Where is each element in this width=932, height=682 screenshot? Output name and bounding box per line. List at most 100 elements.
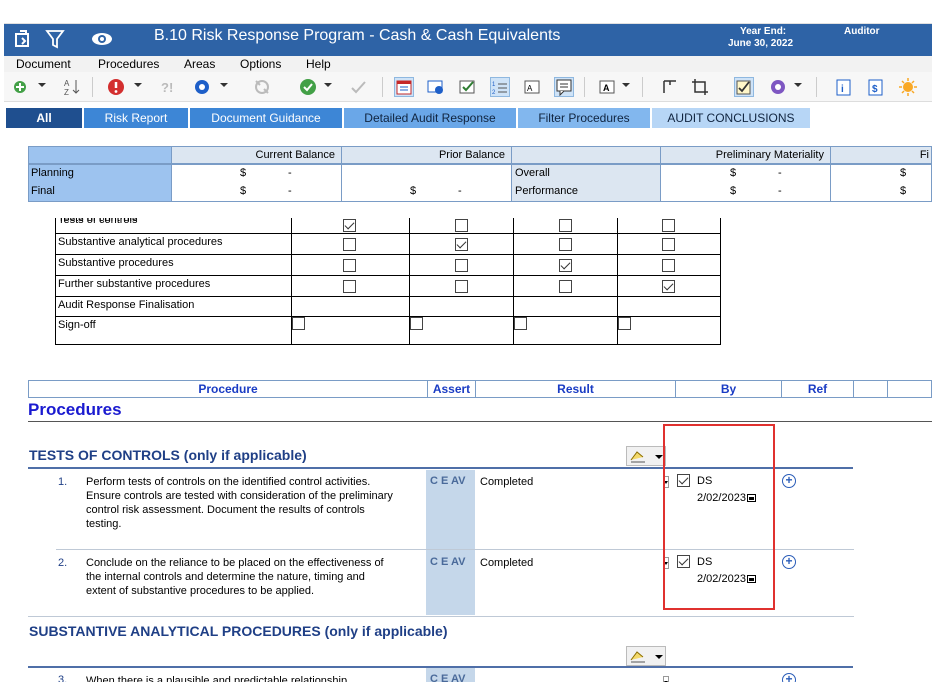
svg-text:A: A (603, 83, 610, 93)
calendar-icon[interactable] (394, 77, 414, 97)
tab-audit-conclusions[interactable]: AUDIT CONCLUSIONS (652, 108, 810, 128)
procedure-text[interactable]: Perform tests of controls on the identif… (86, 475, 396, 531)
matrix-checkbox[interactable] (559, 259, 572, 272)
matrix-checkbox[interactable] (343, 219, 356, 232)
chevron-down-icon[interactable] (794, 83, 802, 87)
matrix-checkbox[interactable] (343, 259, 356, 272)
chevron-down-icon[interactable] (134, 83, 142, 87)
signoff-view-icon[interactable] (734, 77, 754, 97)
signoff-checkbox[interactable] (292, 317, 305, 330)
by-column-header[interactable]: By (675, 380, 782, 398)
matrix-checkbox[interactable] (343, 280, 356, 293)
matrix-checkbox[interactable] (559, 238, 572, 251)
result-value[interactable]: Completed (480, 557, 533, 569)
procedure-text[interactable]: When there is a plausible and predictabl… (86, 674, 396, 682)
menu-procedures[interactable]: Procedures (98, 57, 159, 71)
signoff-checkbox[interactable] (618, 317, 631, 330)
matrix-checkbox[interactable] (559, 219, 572, 232)
sun-icon[interactable] (898, 77, 918, 97)
matrix-checkbox[interactable] (559, 280, 572, 293)
check-status-icon[interactable] (298, 77, 318, 97)
svg-text:A: A (527, 84, 533, 93)
procedure-text[interactable]: Conclude on the reliance to be placed on… (86, 556, 396, 598)
chevron-down-icon[interactable] (324, 83, 332, 87)
column-width-icon[interactable] (660, 77, 680, 97)
sort-icon[interactable]: AZ (62, 77, 82, 97)
chevron-down-icon[interactable] (622, 83, 630, 87)
ref-column-header[interactable]: Ref (781, 380, 854, 398)
info-icon[interactable]: i (834, 77, 854, 97)
matrix-checkbox[interactable] (455, 219, 468, 232)
menu-areas[interactable]: Areas (184, 57, 215, 71)
crop-icon[interactable] (690, 77, 710, 97)
preview-icon[interactable] (426, 77, 446, 97)
matrix-border (513, 218, 514, 234)
tab-document-guidance[interactable]: Document Guidance (190, 108, 342, 128)
tab-all[interactable]: All (6, 108, 82, 128)
matrix-border (55, 275, 721, 276)
view-eye-icon[interactable] (90, 28, 112, 50)
matrix-checkbox[interactable] (662, 259, 675, 272)
text-box-icon[interactable]: A (522, 77, 542, 97)
matrix-checkbox[interactable] (455, 280, 468, 293)
current-final-value: - (288, 185, 292, 197)
add-reference-icon[interactable]: + (782, 474, 796, 488)
chevron-down-icon[interactable] (38, 83, 46, 87)
add-reference-icon[interactable]: + (782, 673, 796, 682)
menu-help[interactable]: Help (306, 57, 331, 71)
toolbar-separator (642, 77, 643, 97)
svg-text:i: i (841, 84, 844, 95)
result-value[interactable]: Completed (480, 476, 533, 488)
result-column-header[interactable]: Result (475, 380, 676, 398)
status-blue-icon[interactable] (192, 77, 212, 97)
overall-dollar: $ (730, 167, 737, 179)
svg-text:A: A (64, 79, 70, 88)
section-signoff-button[interactable] (626, 446, 666, 466)
assertion-codes[interactable]: C E AV (430, 673, 465, 682)
collapse-icon[interactable] (252, 77, 272, 97)
matrix-checkbox[interactable] (662, 280, 675, 293)
matrix-checkbox[interactable] (662, 238, 675, 251)
final-label: Final (31, 185, 55, 197)
matrix-row-label: Further substantive procedures (58, 278, 211, 290)
overall-label: Overall (515, 167, 550, 179)
procedure-column-header[interactable]: Procedure (28, 380, 428, 398)
filter-icon[interactable] (44, 28, 66, 50)
result-dropdown-arrow[interactable] (663, 676, 669, 682)
signoff-check-icon[interactable] (348, 77, 368, 97)
add-reference-icon[interactable]: + (782, 555, 796, 569)
matrix-border (617, 218, 618, 234)
prior-balance-cells (341, 164, 512, 202)
matrix-checkbox[interactable] (455, 259, 468, 272)
section-title: SUBSTANTIVE ANALYTICAL PROCEDURES (only … (29, 623, 448, 639)
menu-document[interactable]: Document (16, 57, 71, 71)
currency-icon[interactable]: $ (866, 77, 886, 97)
issues-icon[interactable]: ?! (158, 77, 178, 97)
settings-gear-icon[interactable] (768, 77, 788, 97)
signoff-checkbox[interactable] (410, 317, 423, 330)
svg-text:1: 1 (492, 82, 496, 88)
tab-detailed-audit-response[interactable]: Detailed Audit Response (344, 108, 516, 128)
numbered-list-icon[interactable]: 12 (490, 77, 510, 97)
prior-final-dollar: $ (410, 185, 417, 197)
assert-column-header[interactable]: Assert (427, 380, 476, 398)
sign-off-icon[interactable] (12, 28, 34, 50)
section-signoff-button[interactable] (626, 646, 666, 666)
matrix-checkbox[interactable] (455, 238, 468, 251)
chevron-down-icon[interactable] (220, 83, 228, 87)
procedure-number: 2. (58, 557, 68, 569)
tab-risk-report[interactable]: Risk Report (84, 108, 188, 128)
add-procedure-icon[interactable] (10, 77, 30, 97)
signoff-checkbox[interactable] (514, 317, 527, 330)
matrix-border (291, 218, 292, 234)
alert-icon[interactable] (106, 77, 126, 97)
menu-options[interactable]: Options (240, 57, 281, 71)
assertion-codes[interactable]: C E AV (430, 556, 465, 568)
edit-checklist-icon[interactable] (458, 77, 478, 97)
matrix-checkbox[interactable] (343, 238, 356, 251)
font-icon[interactable]: A (598, 77, 618, 97)
tab-filter-procedures[interactable]: Filter Procedures (518, 108, 650, 128)
assertion-codes[interactable]: C E AV (430, 475, 465, 487)
comment-icon[interactable] (554, 77, 574, 97)
matrix-checkbox[interactable] (662, 219, 675, 232)
